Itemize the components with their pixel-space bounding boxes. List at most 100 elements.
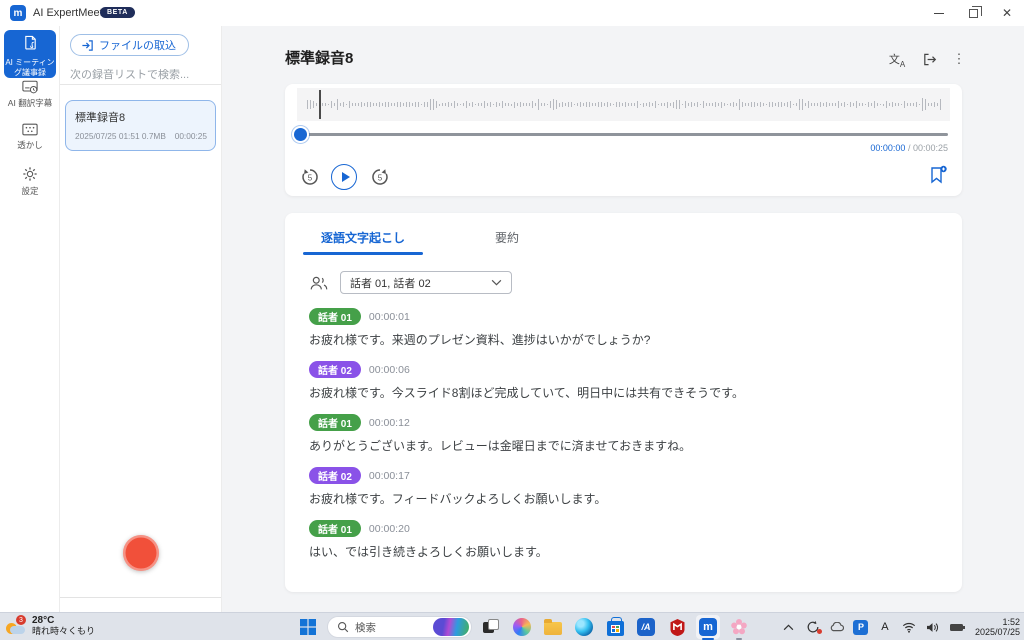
transcript-panel: 逐語文字起こし 要約 話者 01, 話者 02 話者 01 (285, 213, 962, 592)
entry-timestamp[interactable]: 00:00:01 (369, 311, 410, 323)
minimize-button[interactable] (924, 2, 954, 24)
playhead-cursor (319, 90, 321, 119)
sidebar-item-translation-subtitles[interactable]: AI 翻訳字幕 (0, 80, 60, 109)
transcript-entry[interactable]: 話者 02 00:00:06 お疲れ様です。今スライド8割ほど完成していて、明日… (309, 361, 938, 401)
entry-timestamp[interactable]: 00:00:12 (369, 417, 410, 429)
recording-search (70, 64, 212, 86)
file-explorer-button[interactable] (541, 615, 565, 639)
play-icon (342, 172, 350, 182)
wifi-button[interactable] (901, 619, 917, 635)
tray-chevron-up-button[interactable] (781, 619, 797, 635)
speaker-icon (926, 622, 939, 633)
import-button-label: ファイルの取込 (99, 37, 176, 53)
notification-badge: 3 (16, 615, 26, 625)
sidebar-item-watermark[interactable]: 透かし (0, 123, 60, 151)
volume-button[interactable] (925, 619, 941, 635)
kebab-icon: ⋮ (953, 51, 966, 67)
windows-icon (299, 618, 317, 636)
transcript-entry[interactable]: 話者 01 00:00:20 はい、では引き続きよろしくお願いします。 (309, 520, 938, 560)
tab-summary[interactable]: 要約 (459, 223, 555, 255)
translate-icon: 文 (889, 51, 900, 67)
weather-temp: 28°C (32, 615, 95, 626)
speaker-filter-row: 話者 01, 話者 02 (309, 271, 962, 294)
task-view-button[interactable] (479, 615, 503, 639)
entry-text: ありがとうございます。レビューは金曜日までに済ませておきますね。 (309, 437, 938, 454)
close-button[interactable]: ✕ (992, 2, 1022, 24)
sidebar-item-label: AI ミーティング議事録 (4, 58, 56, 77)
clock-widget[interactable]: 1:52 2025/07/25 (975, 617, 1020, 638)
nav-rail: AI ミーティング議事録 AI 翻訳字幕 透かし 設定 (0, 26, 60, 612)
recording-search-input[interactable] (70, 69, 212, 81)
tab-label: 逐語文字起こし (321, 231, 405, 245)
speaker-filter-dropdown[interactable]: 話者 01, 話者 02 (340, 271, 512, 294)
copilot-button[interactable] (510, 615, 534, 639)
taskbar-search[interactable]: 検索 (327, 616, 472, 638)
meeting-notes-icon (23, 35, 38, 50)
import-file-button[interactable]: ファイルの取込 (70, 34, 189, 56)
tray-sync-button[interactable] (805, 619, 821, 635)
recording-list-item[interactable]: 標準録音8 2025/07/25 01:51 0.7MB 00:00:25 (65, 100, 216, 151)
folder-icon (544, 622, 562, 635)
search-highlight-thumbnail[interactable] (433, 618, 469, 636)
transcript-entry[interactable]: 話者 02 00:00:17 お疲れ様です。フィードバックよろしくお願いします。 (309, 467, 938, 507)
forward-5s-button[interactable]: 5 (369, 166, 391, 188)
onedrive-button[interactable] (829, 619, 845, 635)
system-tray: P A 1:52 2025/07/25 (781, 613, 1020, 641)
more-options-button[interactable]: ⋮ (948, 49, 970, 69)
edge-icon (575, 618, 593, 636)
rewind-5s-button[interactable]: 5 (299, 166, 321, 188)
microsoft-store-button[interactable] (603, 615, 627, 639)
restore-button[interactable] (958, 2, 988, 24)
play-button[interactable] (331, 164, 357, 190)
transcript-entries: 話者 01 00:00:01 お疲れ様です。来週のプレゼン資料、進捗はいかがでし… (309, 308, 938, 560)
entry-timestamp[interactable]: 00:00:06 (369, 364, 410, 376)
forward-5-icon: 5 (370, 167, 390, 187)
speaker-badge: 話者 02 (309, 467, 361, 484)
flower-app-button[interactable] (727, 615, 751, 639)
add-bookmark-button[interactable] (928, 164, 948, 186)
search-divider (60, 84, 221, 85)
mcafee-button[interactable] (665, 615, 689, 639)
taskbar-search-placeholder: 検索 (355, 620, 427, 635)
speaker-badge: 話者 01 (309, 520, 361, 537)
weather-desc: 晴れ時々くもり (32, 626, 95, 637)
subtitles-icon (22, 80, 38, 94)
copilot-icon (513, 618, 531, 636)
sidebar-item-meeting-minutes[interactable]: AI ミーティング議事録 (4, 30, 56, 78)
slash-a-app-button[interactable]: /A (634, 615, 658, 639)
restore-icon (969, 9, 978, 18)
ime-indicator: A (881, 621, 888, 633)
waveform[interactable] (297, 88, 950, 121)
tray-blue-app-button[interactable]: P (853, 619, 869, 635)
seek-slider-track[interactable] (299, 133, 948, 136)
shield-icon (668, 618, 687, 637)
search-icon (337, 621, 349, 633)
entry-text: はい、では引き続きよろしくお願いします。 (309, 543, 938, 560)
waveform-ticks (307, 88, 946, 121)
slash-a-icon: /A (637, 618, 655, 636)
weather-widget[interactable]: 3 28°C 晴れ時々くもり (5, 615, 95, 637)
tab-verbatim-transcript[interactable]: 逐語文字起こし (299, 223, 427, 255)
export-button[interactable] (918, 49, 940, 69)
start-button[interactable] (296, 615, 320, 639)
entry-timestamp[interactable]: 00:00:17 (369, 470, 410, 482)
translate-button[interactable]: 文A (886, 49, 908, 69)
sync-alert-dot (817, 629, 822, 634)
clock-date: 2025/07/25 (975, 627, 1020, 638)
record-button[interactable] (123, 535, 159, 571)
ime-mode-button[interactable]: A (877, 619, 893, 635)
tray-blue-app-icon: P (853, 620, 868, 635)
battery-button[interactable] (949, 619, 965, 635)
transcript-entry[interactable]: 話者 01 00:00:01 お疲れ様です。来週のプレゼン資料、進捗はいかがでし… (309, 308, 938, 348)
sidebar-item-settings[interactable]: 設定 (0, 166, 60, 197)
speakers-icon (309, 275, 329, 291)
edge-button[interactable] (572, 615, 596, 639)
translate-icon-sub: A (900, 60, 905, 69)
entry-timestamp[interactable]: 00:00:20 (369, 523, 410, 535)
expertmeet-taskbar-button[interactable]: m (696, 615, 720, 639)
speaker-badge: 話者 01 (309, 414, 361, 431)
seek-slider-thumb[interactable] (294, 128, 307, 141)
weather-icon: 3 (5, 615, 27, 637)
transcript-entry[interactable]: 話者 01 00:00:12 ありがとうございます。レビューは金曜日までに済ませ… (309, 414, 938, 454)
taskbar-center: 検索 /A m (296, 615, 751, 639)
